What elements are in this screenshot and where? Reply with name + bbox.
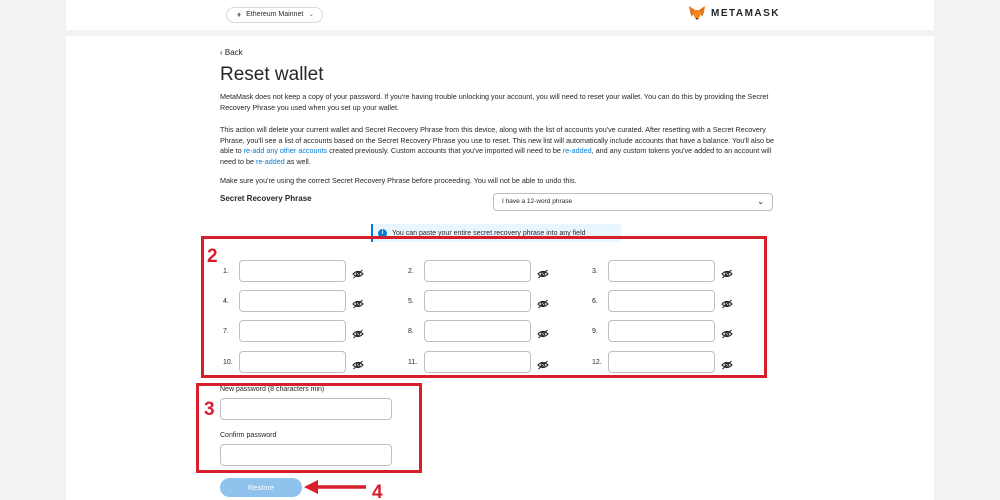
page-title: Reset wallet [220, 64, 324, 85]
annotation-arrow [304, 480, 366, 494]
select-value: I have a 12-word phrase [502, 198, 573, 205]
network-label: Ethereum Mainnet [246, 11, 304, 18]
re-add-accounts-link[interactable]: re-add any other accounts [244, 146, 328, 155]
annotation-box-password [196, 383, 422, 473]
back-link[interactable]: ‹ Back [220, 48, 243, 57]
srp-label: Secret Recovery Phrase [220, 194, 312, 203]
caution-paragraph: Make sure you're using the correct Secre… [220, 176, 577, 185]
ethereum-icon: ♦ [237, 10, 242, 19]
warning-text-2: created previously. Custom accounts that… [327, 146, 563, 155]
chevron-down-icon: ⌄ [757, 197, 764, 206]
annotation-number-4: 4 [372, 482, 383, 500]
phrase-length-select[interactable]: I have a 12-word phrase ⌄ [493, 193, 773, 211]
network-selector[interactable]: ♦ Ethereum Mainnet ⌄ [226, 7, 324, 23]
re-added-link-2[interactable]: re-added [256, 157, 285, 166]
fox-icon [689, 6, 705, 20]
warning-text-4: as well. [284, 156, 311, 166]
restore-button[interactable]: Restore [220, 478, 302, 497]
top-bar [66, 0, 934, 30]
annotation-number-2: 2 [207, 246, 218, 267]
annotation-number-3: 3 [204, 399, 215, 420]
metamask-logo: METAMASK [689, 6, 780, 20]
re-added-link-1[interactable]: re-added [563, 146, 592, 155]
warning-paragraph: This action will delete your current wal… [220, 125, 775, 167]
intro-paragraph: MetaMask does not keep a copy of your pa… [220, 92, 769, 112]
annotation-box-srp [201, 236, 767, 378]
chevron-down-icon: ⌄ [308, 11, 315, 18]
brand-name: METAMASK [711, 7, 781, 19]
